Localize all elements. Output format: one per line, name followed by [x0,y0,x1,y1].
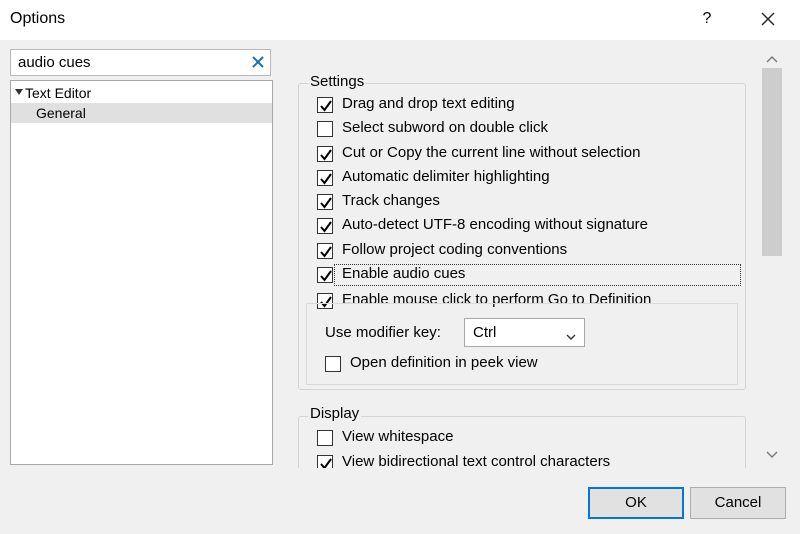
modifier-key-select[interactable]: Ctrl [464,318,585,347]
settings-heading: Settings [308,73,367,90]
search-input[interactable]: audio cues [10,49,271,76]
option-track-changes[interactable]: Track changes [317,191,737,213]
checkbox[interactable] [317,430,333,446]
tree-item-label: Text Editor [25,85,92,101]
option-label: View bidirectional text control characte… [342,453,611,468]
checkbox[interactable] [317,243,333,259]
option-label: Drag and drop text editing [342,95,515,112]
option-auto-detect-utf8[interactable]: Auto-detect UTF-8 encoding without signa… [317,215,737,237]
window-title: Options [10,10,66,27]
checkbox[interactable] [317,170,333,186]
checkbox[interactable] [317,267,333,283]
option-delimiter-highlighting[interactable]: Automatic delimiter highlighting [317,167,737,189]
clear-icon[interactable] [250,54,266,70]
tree-item-label: General [36,105,86,121]
scrollbar-thumb[interactable] [762,68,782,256]
checkbox[interactable] [317,97,333,113]
checkbox[interactable] [317,194,333,210]
chevron-down-icon[interactable] [766,446,778,463]
ok-button[interactable]: OK [588,487,684,519]
option-label: Cut or Copy the current line without sel… [342,144,641,161]
option-peek-view[interactable]: Open definition in peek view [325,353,745,375]
option-view-whitespace[interactable]: View whitespace [317,427,737,449]
checkbox[interactable] [317,146,333,162]
checkbox[interactable] [325,356,341,372]
expand-arrow-icon[interactable] [15,89,23,95]
tree-item-text-editor[interactable]: Text Editor [11,83,272,103]
option-select-subword[interactable]: Select subword on double click [317,118,737,140]
tree-item-general[interactable]: General [11,103,272,123]
option-label: Auto-detect UTF-8 encoding without signa… [342,216,648,233]
option-bidirectional-control-chars[interactable]: View bidirectional text control characte… [317,452,737,468]
search-value[interactable]: audio cues [18,54,91,71]
chevron-up-icon[interactable] [766,50,778,67]
option-enable-audio-cues[interactable]: Enable audio cues [317,264,737,286]
vertical-scrollbar[interactable] [760,48,784,468]
option-coding-conventions[interactable]: Follow project coding conventions [317,240,737,262]
option-drag-drop[interactable]: Drag and drop text editing [317,94,737,116]
option-label: Automatic delimiter highlighting [342,168,550,185]
options-content: Settings Drag and drop text editing Sele… [290,48,760,468]
checkbox[interactable] [317,218,333,234]
option-label: View whitespace [342,428,454,445]
chevron-down-icon [566,328,576,345]
checkbox[interactable] [317,455,333,468]
options-tree: Text Editor General [10,80,273,465]
option-label: Open definition in peek view [350,354,538,371]
option-label: Follow project coding conventions [342,241,568,258]
checkbox[interactable] [317,121,333,137]
title-bar: Options ? [0,0,800,40]
modifier-key-label: Use modifier key: [325,324,441,341]
option-label: Track changes [342,192,440,209]
close-icon[interactable] [755,6,781,32]
option-label: Select subword on double click [342,119,548,136]
help-button[interactable]: ? [695,6,719,32]
modifier-key-value: Ctrl [473,324,497,341]
option-cut-copy-line[interactable]: Cut or Copy the current line without sel… [317,143,737,165]
cancel-button[interactable]: Cancel [690,487,786,519]
display-heading: Display [308,405,362,422]
option-label: Enable audio cues [342,265,466,282]
